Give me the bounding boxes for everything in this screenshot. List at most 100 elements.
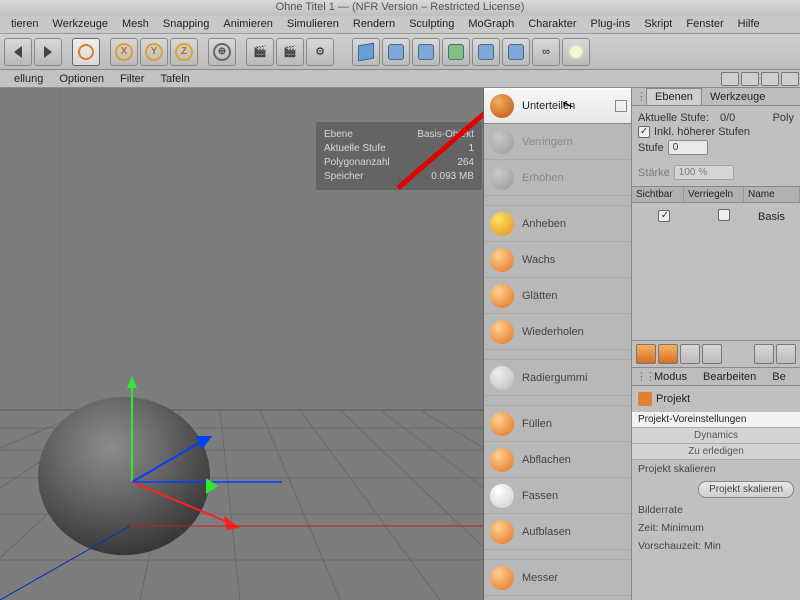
viewport[interactable]: EbeneBasis-Objekt Aktuelle Stufe1 Polygo… (0, 88, 484, 600)
sculpt-tool-wachs[interactable]: Wachs (484, 242, 631, 278)
tab-bearbeiten[interactable]: Bearbeiten (695, 369, 764, 385)
menu-item[interactable]: Charakter (521, 16, 583, 33)
sculpt-tool-messer[interactable]: Messer (484, 560, 631, 596)
prim-spline-button[interactable] (382, 38, 410, 66)
redo-button[interactable] (34, 38, 62, 66)
sculpt-tool-abflachen[interactable]: Abflachen (484, 442, 631, 478)
menu-item[interactable]: Sculpting (402, 16, 461, 33)
sculpt-tool-aufblasen[interactable]: Aufblasen (484, 514, 631, 550)
globe-icon: ⊕ (213, 43, 231, 61)
bar2-item[interactable]: Filter (112, 71, 152, 87)
menu-item[interactable]: Mesh (115, 16, 156, 33)
clapper-icon: 🎬 (283, 45, 297, 58)
sculpt-tool-fuellen[interactable]: Füllen (484, 406, 631, 442)
sculpt-tool-unterteilen[interactable]: Unterteilen (484, 88, 631, 124)
bar2-item[interactable]: Tafeln (152, 71, 197, 87)
axis-x-button[interactable]: X (110, 38, 138, 66)
stufe-field[interactable]: 0 (668, 140, 708, 155)
bar2-item[interactable]: ellung (6, 71, 51, 87)
tool-label: Abflachen (522, 454, 571, 466)
proj-scale-button[interactable]: Projekt skalieren (698, 481, 794, 498)
menu-item[interactable]: Fenster (679, 16, 730, 33)
layer-row[interactable]: Basis (632, 205, 800, 228)
menu-item[interactable]: Rendern (346, 16, 402, 33)
sculpt-tool-fassen[interactable]: Fassen (484, 478, 631, 514)
tool-label: Anheben (522, 218, 566, 230)
proj-tab-voreinstellungen[interactable]: Projekt-Voreinstellungen (632, 412, 800, 428)
tool-label: Aufblasen (522, 526, 571, 538)
proj-scale-label: Projekt skalieren (638, 463, 716, 475)
nurbs-icon (418, 44, 434, 60)
menu-item[interactable]: Simulieren (280, 16, 346, 33)
coord-button[interactable]: ⊕ (208, 38, 236, 66)
grab-icon (490, 484, 514, 508)
vorschau-label: Vorschauzeit: Min (638, 540, 721, 552)
proj-tab-zuerledigen[interactable]: Zu erledigen (632, 444, 800, 460)
menu-item[interactable]: Animieren (216, 16, 280, 33)
menu-item[interactable]: Werkzeuge (46, 16, 115, 33)
bar2-item[interactable]: Optionen (51, 71, 112, 87)
main-toolbar: X Y Z ⊕ 🎬 🎬 ⚙ ∞ (0, 34, 800, 70)
sculpt-tool-panel: Unterteilen Verringern Erhöhen Anheben W… (484, 88, 632, 600)
lock-checkbox[interactable] (718, 209, 730, 221)
inkl-checkbox[interactable] (638, 126, 650, 138)
view-move-icon[interactable] (721, 72, 739, 86)
grip-icon[interactable]: ⋮⋮ (636, 90, 646, 103)
tab-modus[interactable]: Modus (646, 369, 695, 385)
visible-checkbox[interactable] (658, 210, 670, 222)
sculpt-tool-erhoehen[interactable]: Erhöhen (484, 160, 631, 196)
tool-label: Wiederholen (522, 326, 584, 338)
prim-deform-button[interactable] (472, 38, 500, 66)
render-region-button[interactable]: 🎬 (276, 38, 304, 66)
sculpt-tool-radiergummi[interactable]: Radiergummi (484, 360, 631, 396)
light-icon (570, 46, 582, 58)
render-settings-button[interactable]: ⚙ (306, 38, 334, 66)
live-select-button[interactable] (72, 38, 100, 66)
ring-icon (78, 44, 94, 60)
tab-werkzeuge[interactable]: Werkzeuge (702, 89, 773, 105)
grip-icon[interactable]: ⋮⋮ (636, 370, 646, 383)
new-folder-button[interactable] (658, 344, 678, 364)
prim-cube-button[interactable] (352, 38, 380, 66)
project-tabs: Projekt-Voreinstellungen Dynamics Zu erl… (632, 412, 800, 460)
tool-label: Verringern (522, 136, 573, 148)
axis-z-button[interactable]: Z (170, 38, 198, 66)
view-zoom-icon[interactable] (741, 72, 759, 86)
tool-label: Wachs (522, 254, 555, 266)
menu-item[interactable]: Skript (637, 16, 679, 33)
new-layer-button[interactable] (636, 344, 656, 364)
menu-item[interactable]: MoGraph (461, 16, 521, 33)
filter-button[interactable] (754, 344, 774, 364)
sculpt-tool-anheben[interactable]: Anheben (484, 206, 631, 242)
staerke-field[interactable]: 100 % (674, 165, 734, 180)
layers-tabs: ⋮⋮ Ebenen Werkzeuge (632, 88, 800, 106)
render-button[interactable]: 🎬 (246, 38, 274, 66)
prim-array-button[interactable] (442, 38, 470, 66)
menu-item[interactable]: Plug-ins (584, 16, 638, 33)
menu-item[interactable]: Hilfe (731, 16, 767, 33)
array-icon (448, 44, 464, 60)
sculpt-tool-verringern[interactable]: Verringern (484, 124, 631, 160)
zeit-label: Zeit: Minimum (638, 522, 704, 534)
decrease-icon (490, 130, 514, 154)
view-rotate-icon[interactable] (761, 72, 779, 86)
smooth-icon (490, 284, 514, 308)
prim-camera-button[interactable]: ∞ (532, 38, 560, 66)
dropdown-icon[interactable] (615, 100, 627, 112)
delete-button[interactable] (680, 344, 700, 364)
view-layout-icon[interactable] (781, 72, 799, 86)
menu-item[interactable]: tieren (4, 16, 46, 33)
copy-button[interactable] (702, 344, 722, 364)
search-button[interactable] (776, 344, 796, 364)
menu-item[interactable]: Snapping (156, 16, 217, 33)
prim-nurbs-button[interactable] (412, 38, 440, 66)
undo-button[interactable] (4, 38, 32, 66)
sculpt-tool-glaetten[interactable]: Glätten (484, 278, 631, 314)
prim-env-button[interactable] (502, 38, 530, 66)
prim-light-button[interactable] (562, 38, 590, 66)
tab-benutzer[interactable]: Be (764, 369, 793, 385)
axis-y-button[interactable]: Y (140, 38, 168, 66)
proj-tab-dynamics[interactable]: Dynamics (632, 428, 800, 444)
sculpt-tool-wiederholen[interactable]: Wiederholen (484, 314, 631, 350)
tab-ebenen[interactable]: Ebenen (646, 88, 702, 105)
